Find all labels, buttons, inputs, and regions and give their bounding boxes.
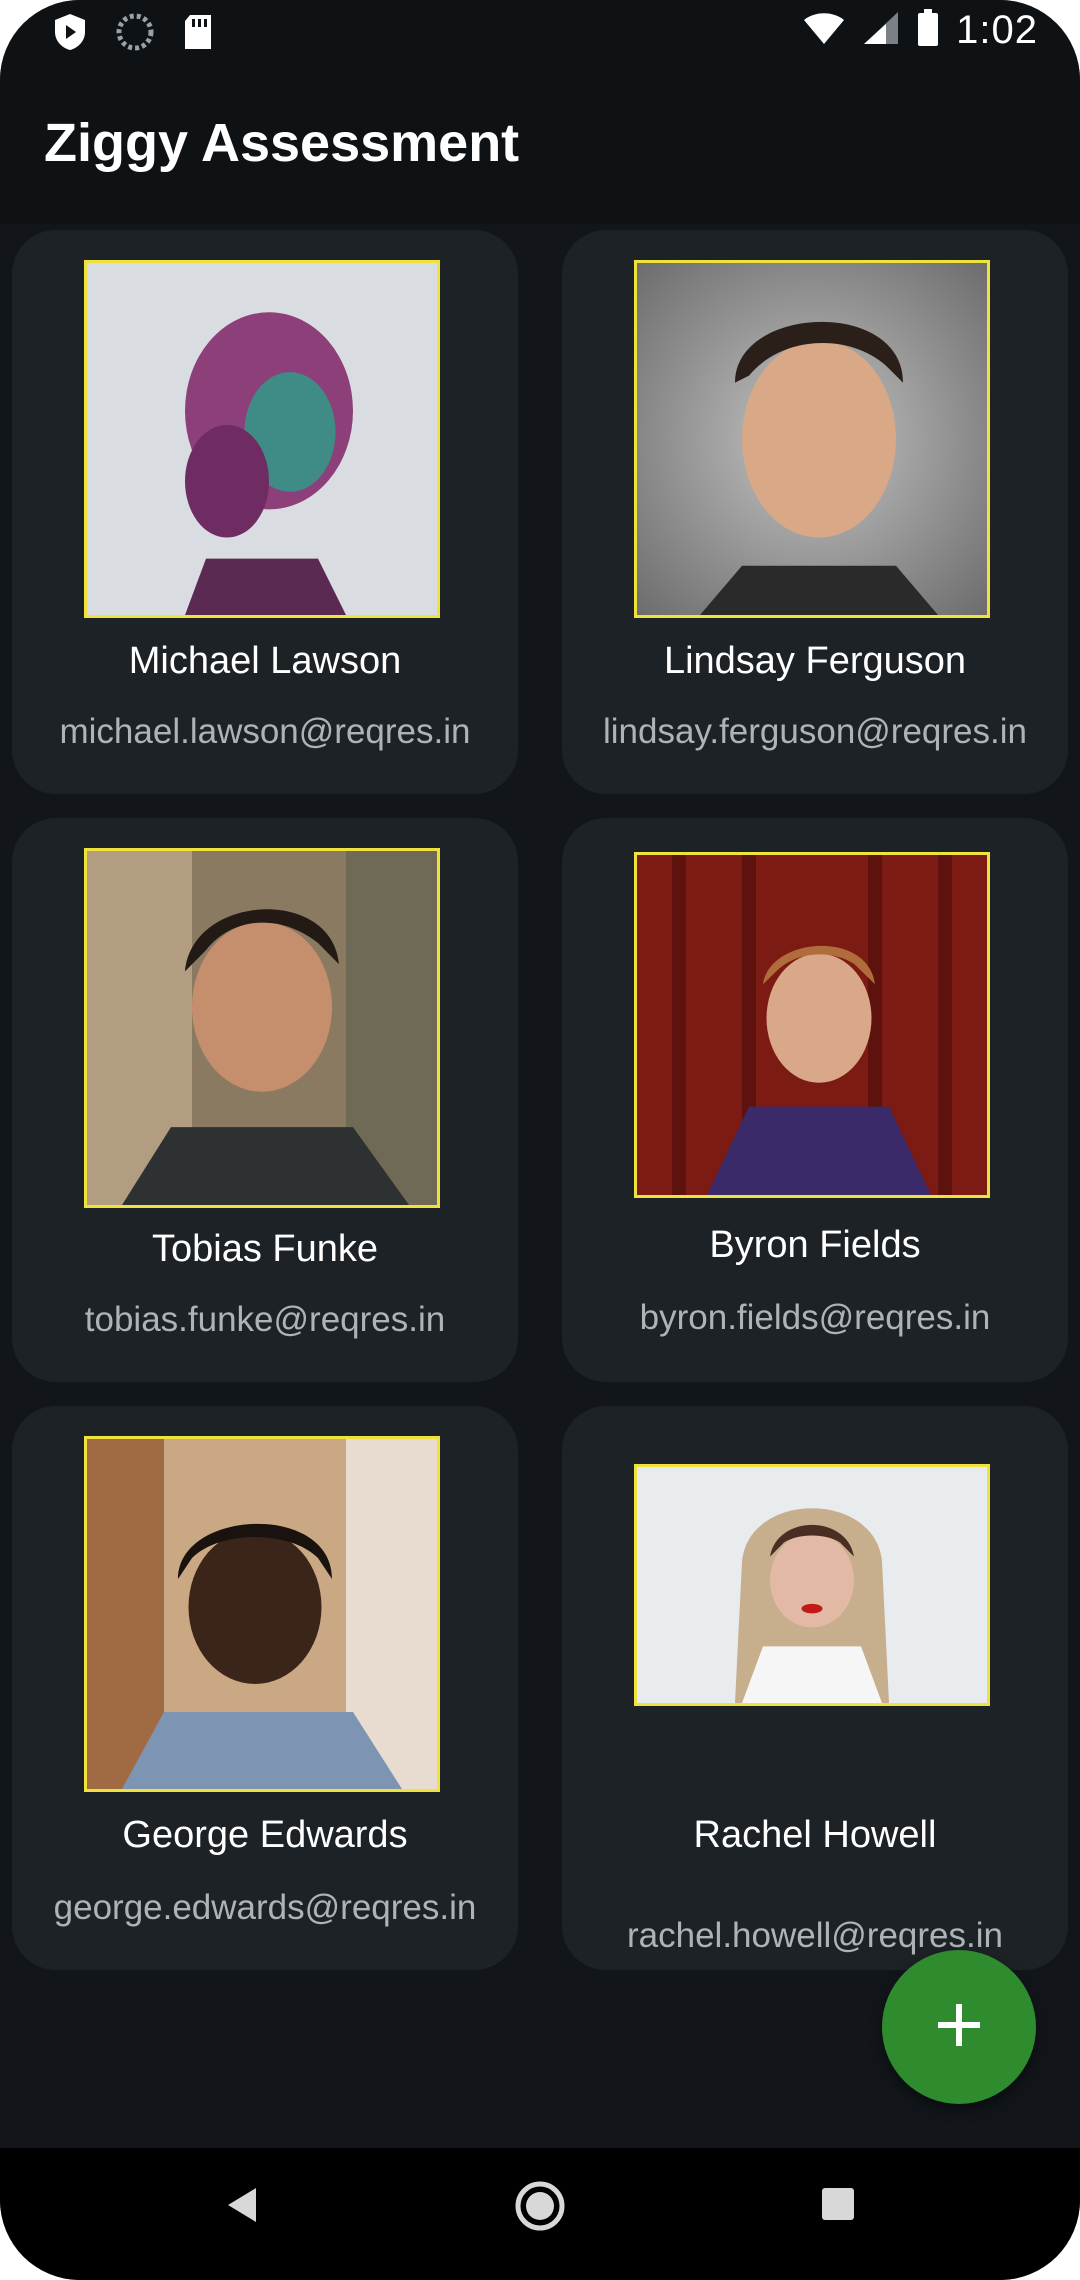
signal-icon bbox=[862, 10, 900, 51]
user-email: lindsay.ferguson@reqres.in bbox=[603, 712, 1027, 751]
user-avatar bbox=[634, 1464, 990, 1706]
user-card[interactable]: Lindsay Ferguson lindsay.ferguson@reqres… bbox=[562, 230, 1068, 794]
user-email: michael.lawson@reqres.in bbox=[59, 712, 471, 751]
user-avatar bbox=[84, 260, 440, 618]
user-email: tobias.funke@reqres.in bbox=[84, 1300, 446, 1339]
user-card[interactable]: George Edwards george.edwards@reqres.in bbox=[12, 1406, 518, 1970]
user-name: Byron Fields bbox=[709, 1224, 921, 1266]
phone-screen: 1:02 Ziggy Assessment Michael Lawson mic… bbox=[0, 0, 1080, 2280]
user-name: Rachel Howell bbox=[693, 1814, 937, 1856]
back-icon[interactable] bbox=[222, 2184, 260, 2231]
user-card[interactable]: Tobias Funke tobias.funke@reqres.in bbox=[12, 818, 518, 1382]
user-avatar bbox=[634, 260, 990, 618]
user-avatar bbox=[84, 848, 440, 1208]
user-name: George Edwards bbox=[122, 1814, 408, 1856]
wifi-icon bbox=[802, 10, 846, 51]
spinner-icon bbox=[116, 13, 154, 56]
shield-play-icon bbox=[52, 12, 88, 57]
plus-icon bbox=[936, 2002, 982, 2053]
app-bar: Ziggy Assessment bbox=[0, 64, 1080, 224]
user-card[interactable]: Byron Fields byron.fields@reqres.in bbox=[562, 818, 1068, 1382]
user-email: byron.fields@reqres.in bbox=[639, 1298, 991, 1337]
user-email: george.edwards@reqres.in bbox=[53, 1888, 477, 1927]
user-name: Michael Lawson bbox=[128, 640, 402, 682]
user-name: Tobias Funke bbox=[151, 1228, 378, 1270]
user-avatar bbox=[634, 852, 990, 1198]
app-title: Ziggy Assessment bbox=[44, 113, 520, 173]
recents-icon[interactable] bbox=[820, 2186, 856, 2227]
user-card[interactable]: Rachel Howell rachel.howell@reqres.in bbox=[562, 1406, 1068, 1970]
user-email: rachel.howell@reqres.in bbox=[627, 1916, 1003, 1955]
user-avatar bbox=[84, 1436, 440, 1792]
home-icon[interactable] bbox=[514, 2180, 566, 2237]
navigation-bar bbox=[0, 2148, 1080, 2280]
status-clock: 1:02 bbox=[956, 8, 1038, 52]
user-card[interactable]: Michael Lawson michael.lawson@reqres.in bbox=[12, 230, 518, 794]
battery-icon bbox=[916, 8, 940, 53]
add-user-button[interactable] bbox=[882, 1950, 1036, 2104]
status-bar: 1:02 bbox=[0, 0, 1080, 64]
sd-card-icon bbox=[182, 13, 214, 56]
user-name: Lindsay Ferguson bbox=[663, 640, 967, 682]
